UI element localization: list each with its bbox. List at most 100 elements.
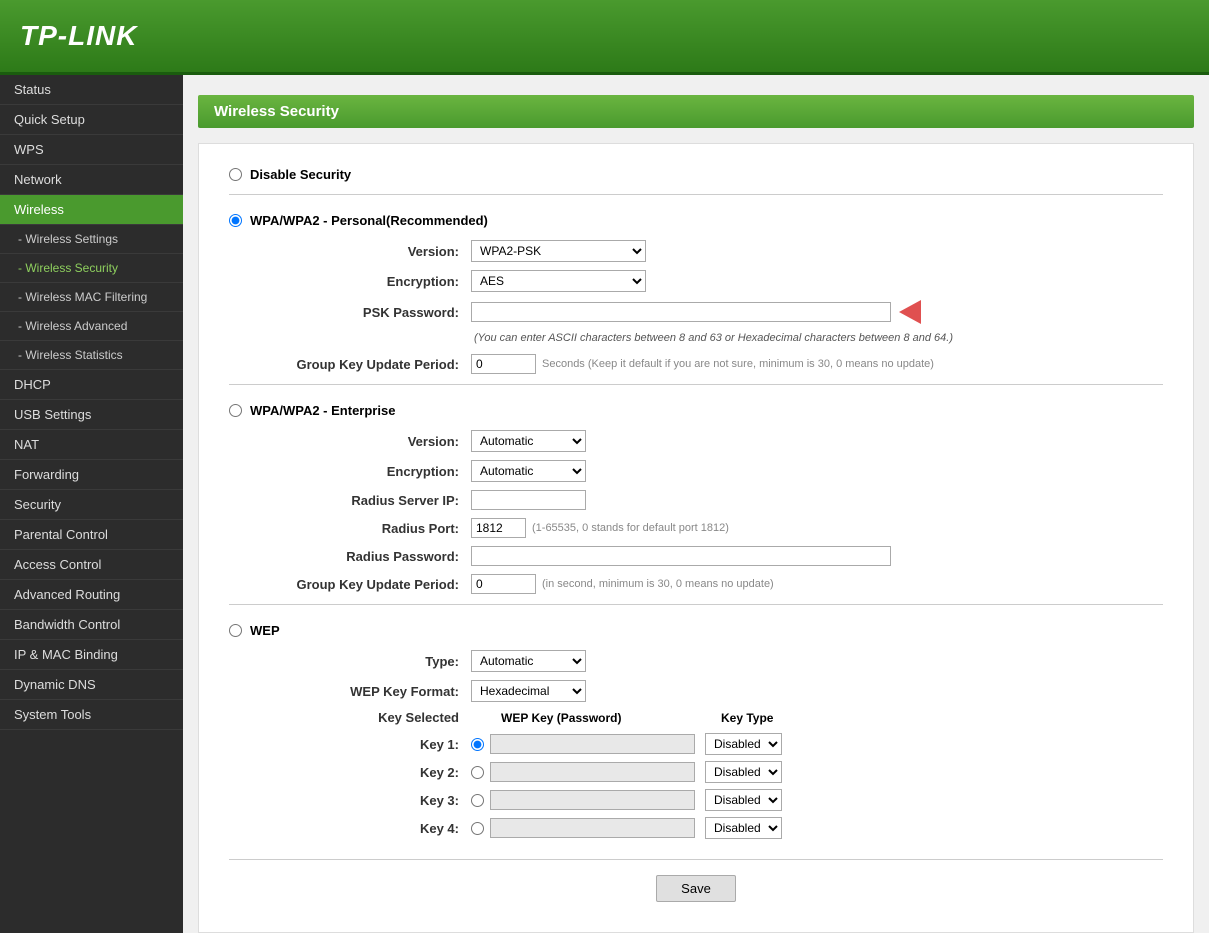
sidebar-item-security[interactable]: Security [0, 490, 183, 520]
wpa-personal-label[interactable]: WPA/WPA2 - Personal(Recommended) [250, 213, 488, 228]
wep-key3-type-select[interactable]: Disabled 64bit 128bit 152bit [705, 789, 782, 811]
wep-key1-radio[interactable] [471, 738, 484, 751]
wep-form: Type: Automatic Open System Shared Key W… [259, 650, 1163, 839]
sidebar-item-dhcp[interactable]: DHCP [0, 370, 183, 400]
wpa-enterprise-row: WPA/WPA2 - Enterprise [229, 403, 1163, 418]
sidebar-item-wireless-security[interactable]: - Wireless Security [0, 254, 183, 283]
sidebar-item-status[interactable]: Status [0, 75, 183, 105]
psk-hint: (You can enter ASCII characters between … [474, 332, 1163, 344]
enterprise-group-key-row: Group Key Update Period: (in second, min… [259, 574, 1163, 594]
wep-row: WEP [229, 623, 1163, 638]
psk-password-row: PSK Password: [259, 300, 1163, 324]
sidebar-item-bandwidth-control[interactable]: Bandwidth Control [0, 610, 183, 640]
sidebar-item-wireless-advanced[interactable]: - Wireless Advanced [0, 312, 183, 341]
radius-port-input[interactable] [471, 518, 526, 538]
sidebar-item-wps[interactable]: WPS [0, 135, 183, 165]
personal-group-key-hint: Seconds (Keep it default if you are not … [542, 358, 934, 370]
sidebar-item-dynamic-dns[interactable]: Dynamic DNS [0, 670, 183, 700]
enterprise-encryption-select[interactable]: Automatic TKIP AES [471, 460, 586, 482]
wep-format-row: WEP Key Format: Hexadecimal ASCII [259, 680, 1163, 702]
sidebar-item-wireless-statistics[interactable]: - Wireless Statistics [0, 341, 183, 370]
personal-group-key-row: Group Key Update Period: Seconds (Keep i… [259, 354, 1163, 374]
wep-key1-label: Key 1: [259, 737, 459, 752]
wep-key3-label: Key 3: [259, 793, 459, 808]
disable-security-radio[interactable] [229, 168, 242, 181]
content-area: Disable Security WPA/WPA2 - Personal(Rec… [198, 143, 1194, 933]
sidebar: Status Quick Setup WPS Network Wireless … [0, 75, 183, 933]
enterprise-group-key-label: Group Key Update Period: [259, 577, 459, 592]
personal-encryption-row: Encryption: Automatic TKIP AES [259, 270, 1163, 292]
wep-section: WEP Type: Automatic Open System Shared K… [229, 623, 1163, 839]
wep-format-label: WEP Key Format: [259, 684, 459, 699]
wpa-enterprise-section: WPA/WPA2 - Enterprise Version: Automatic… [229, 403, 1163, 594]
wep-format-select[interactable]: Hexadecimal ASCII [471, 680, 586, 702]
sidebar-item-ip-mac-binding[interactable]: IP & MAC Binding [0, 640, 183, 670]
wpa-enterprise-form: Version: Automatic WPA WPA2 Encryption: … [259, 430, 1163, 594]
sidebar-item-usb-settings[interactable]: USB Settings [0, 400, 183, 430]
wpa-enterprise-radio[interactable] [229, 404, 242, 417]
disable-security-label[interactable]: Disable Security [250, 167, 351, 182]
sidebar-item-wireless-mac[interactable]: - Wireless MAC Filtering [0, 283, 183, 312]
personal-encryption-label: Encryption: [259, 274, 459, 289]
radius-ip-label: Radius Server IP: [259, 493, 459, 508]
wep-key1-type-select[interactable]: Disabled 64bit 128bit 152bit [705, 733, 782, 755]
wpa-personal-radio[interactable] [229, 214, 242, 227]
wep-key4-type-select[interactable]: Disabled 64bit 128bit 152bit [705, 817, 782, 839]
section-title: Wireless Security [198, 95, 1194, 128]
wep-key4-radio[interactable] [471, 822, 484, 835]
radius-port-label: Radius Port: [259, 521, 459, 536]
layout: Status Quick Setup WPS Network Wireless … [0, 75, 1209, 933]
personal-version-row: Version: Automatic WPA-PSK WPA2-PSK [259, 240, 1163, 262]
personal-encryption-select[interactable]: Automatic TKIP AES [471, 270, 646, 292]
sidebar-item-quick-setup[interactable]: Quick Setup [0, 105, 183, 135]
disable-security-row: Disable Security [229, 167, 1163, 182]
radius-password-row: Radius Password: [259, 546, 1163, 566]
radius-password-input[interactable] [471, 546, 891, 566]
wpa-personal-section: WPA/WPA2 - Personal(Recommended) Version… [229, 213, 1163, 374]
wep-radio[interactable] [229, 624, 242, 637]
wep-label[interactable]: WEP [250, 623, 280, 638]
wep-key2-row: Key 2: Disabled 64bit 128bit 152bit [259, 761, 1163, 783]
enterprise-encryption-row: Encryption: Automatic TKIP AES [259, 460, 1163, 482]
sidebar-item-parental-control[interactable]: Parental Control [0, 520, 183, 550]
sidebar-item-access-control[interactable]: Access Control [0, 550, 183, 580]
enterprise-version-label: Version: [259, 434, 459, 449]
wep-key2-input[interactable] [490, 762, 695, 782]
wep-header-row: Key Selected WEP Key (Password) Key Type [259, 710, 1163, 725]
sidebar-item-advanced-routing[interactable]: Advanced Routing [0, 580, 183, 610]
sidebar-item-system-tools[interactable]: System Tools [0, 700, 183, 730]
wep-col-type-header: Key Type [721, 711, 773, 725]
wep-key4-input[interactable] [490, 818, 695, 838]
personal-version-select[interactable]: Automatic WPA-PSK WPA2-PSK [471, 240, 646, 262]
wep-key3-radio[interactable] [471, 794, 484, 807]
sidebar-item-wireless[interactable]: Wireless [0, 195, 183, 225]
arrow-indicator [899, 300, 921, 324]
divider-1 [229, 194, 1163, 195]
enterprise-version-select[interactable]: Automatic WPA WPA2 [471, 430, 586, 452]
wep-key3-input[interactable] [490, 790, 695, 810]
logo: TP-LINK [20, 20, 137, 52]
save-button[interactable]: Save [656, 875, 736, 902]
psk-password-label: PSK Password: [259, 305, 459, 320]
divider-3 [229, 604, 1163, 605]
sidebar-item-wireless-settings[interactable]: - Wireless Settings [0, 225, 183, 254]
psk-password-input[interactable] [471, 302, 891, 322]
wep-key2-radio[interactable] [471, 766, 484, 779]
radius-ip-input[interactable] [471, 490, 586, 510]
save-row: Save [229, 859, 1163, 912]
wep-key2-type-select[interactable]: Disabled 64bit 128bit 152bit [705, 761, 782, 783]
sidebar-item-network[interactable]: Network [0, 165, 183, 195]
wep-key2-label: Key 2: [259, 765, 459, 780]
sidebar-item-nat[interactable]: NAT [0, 430, 183, 460]
personal-version-label: Version: [259, 244, 459, 259]
main-content: Wireless Security Disable Security WPA/W… [183, 75, 1209, 933]
wpa-enterprise-label[interactable]: WPA/WPA2 - Enterprise [250, 403, 395, 418]
enterprise-group-key-hint: (in second, minimum is 30, 0 means no up… [542, 578, 774, 590]
enterprise-group-key-input[interactable] [471, 574, 536, 594]
wep-key4-label: Key 4: [259, 821, 459, 836]
personal-group-key-input[interactable] [471, 354, 536, 374]
wep-key1-input[interactable] [490, 734, 695, 754]
wep-type-select[interactable]: Automatic Open System Shared Key [471, 650, 586, 672]
disable-security-section: Disable Security [229, 167, 1163, 182]
sidebar-item-forwarding[interactable]: Forwarding [0, 460, 183, 490]
